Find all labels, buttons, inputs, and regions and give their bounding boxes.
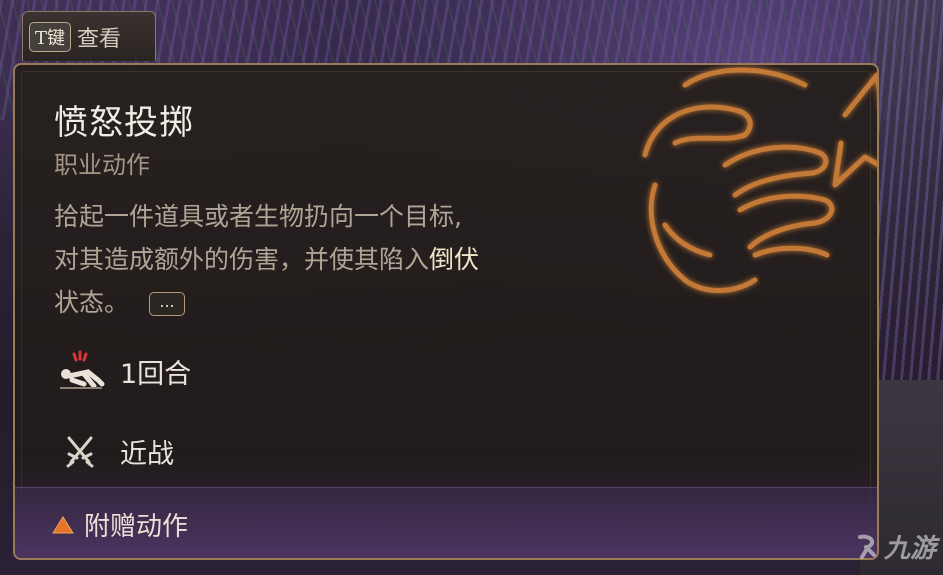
crossed-swords-icon <box>54 430 106 472</box>
watermark-logo-icon <box>858 534 876 559</box>
enraged-fist-icon <box>642 67 877 293</box>
action-tooltip: 愤怒投掷 职业动作 拾起一件道具或者生物扔向一个目标, 对其造成额外的伤害，并使… <box>13 63 879 560</box>
site-watermark: 九游 <box>852 528 936 565</box>
background-foliage-right <box>870 0 943 380</box>
watermark-text: 九游 <box>884 534 937 564</box>
examine-hint-tab[interactable]: T键 查看 <box>22 11 156 61</box>
description-line-1: 拾起一件道具或者生物扔向一个目标, <box>54 202 462 231</box>
range-text: 近战 <box>120 438 174 470</box>
bonus-action-triangle-icon <box>52 515 74 535</box>
examine-label: 查看 <box>77 26 122 52</box>
description-line-3: 状态。 <box>54 288 130 317</box>
action-description: 拾起一件道具或者生物扔向一个目标, 对其造成额外的伤害，并使其陷入倒伏 状态。.… <box>54 195 614 324</box>
duration-row: 1回合 <box>54 350 191 392</box>
range-row: 近战 <box>54 430 174 472</box>
action-type-row: 附赠动作 <box>52 506 188 543</box>
description-line-2: 对其造成额外的伤害，并使其陷入 <box>54 245 430 274</box>
action-type-text: 附赠动作 <box>84 512 189 542</box>
action-cost-footer: 附赠动作 <box>15 487 877 558</box>
prone-condition-icon <box>54 350 106 392</box>
game-scene: T键 查看 愤怒投掷 职业动作 拾起一件道具或者生物扔向一个目标, 对其造成额外… <box>0 0 943 575</box>
action-category: 职业动作 <box>54 151 150 179</box>
prone-keyword-link[interactable]: 倒伏 <box>429 245 479 274</box>
more-info-button[interactable]: ... <box>149 292 186 316</box>
key-cap: T键 <box>29 21 72 52</box>
action-title: 愤怒投掷 <box>54 103 194 143</box>
duration-text: 1回合 <box>120 358 192 390</box>
